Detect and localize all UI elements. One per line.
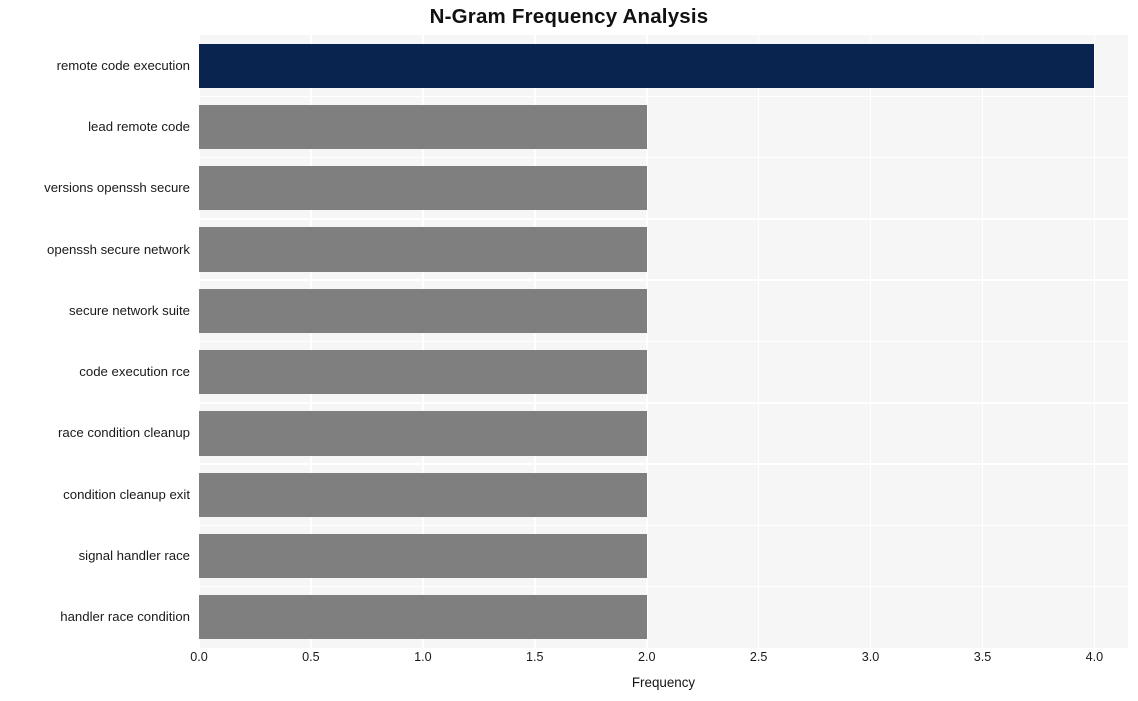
y-gridline xyxy=(199,463,1128,465)
y-gridline xyxy=(199,218,1128,220)
y-axis-tick-label: race condition cleanup xyxy=(58,425,190,441)
bar[interactable] xyxy=(199,472,647,517)
y-gridline xyxy=(199,585,1128,588)
y-axis-tick-label: handler race condition xyxy=(60,609,190,625)
bar[interactable] xyxy=(199,533,647,579)
y-axis-tick-label: remote code execution xyxy=(56,57,190,73)
bar[interactable] xyxy=(199,43,1095,88)
y-gridline xyxy=(199,156,1128,159)
y-gridline xyxy=(199,340,1128,343)
x-axis-tick-label: 3.0 xyxy=(861,650,880,664)
y-axis-tick-label: versions openssh secure xyxy=(44,180,190,196)
y-axis-tick-labels: remote code execution lead remote code ver… xyxy=(0,35,190,648)
y-axis-tick-label: code execution rce xyxy=(79,364,190,380)
chart-title: N-Gram Frequency Analysis xyxy=(429,5,709,28)
x-axis-tick-label: 2.0 xyxy=(637,650,656,664)
y-gridline xyxy=(199,95,1128,98)
y-axis-tick-label: condition cleanup exit xyxy=(63,486,190,502)
bar[interactable] xyxy=(199,166,647,211)
bar[interactable] xyxy=(199,595,647,640)
y-axis-tick-label: signal handler race xyxy=(78,548,190,564)
y-axis-tick-label: lead remote code xyxy=(88,118,190,134)
x-axis-tick-label: 1.0 xyxy=(414,650,432,664)
x-axis-tick-label: 0.0 xyxy=(190,650,208,664)
x-axis-tick-label: 0.5 xyxy=(302,650,320,664)
y-gridline xyxy=(199,279,1128,281)
x-axis-tick-label: 2.5 xyxy=(749,650,768,664)
bar[interactable] xyxy=(199,104,647,149)
x-axis-title: Frequency xyxy=(631,675,696,690)
y-gridline xyxy=(199,524,1128,527)
bar[interactable] xyxy=(199,411,647,456)
y-axis-tick-label: openssh secure network xyxy=(47,241,190,257)
y-axis-tick-label: secure network suite xyxy=(69,302,190,318)
y-gridline xyxy=(199,402,1128,404)
x-axis-tick-labels: 0.0 0.5 1.0 1.5 2.0 2.5 3.0 3.5 4.0 xyxy=(190,650,1128,673)
bar[interactable] xyxy=(199,288,647,333)
x-axis-tick-label: 4.0 xyxy=(1085,650,1104,664)
chart-figure: N-Gram Frequency Analysis remote code ex… xyxy=(0,0,1138,701)
x-axis-tick-label: 3.5 xyxy=(973,650,992,664)
plot-area xyxy=(199,35,1128,648)
x-axis-tick-label: 1.5 xyxy=(526,650,544,664)
bar[interactable] xyxy=(199,350,647,395)
bar[interactable] xyxy=(199,227,647,272)
